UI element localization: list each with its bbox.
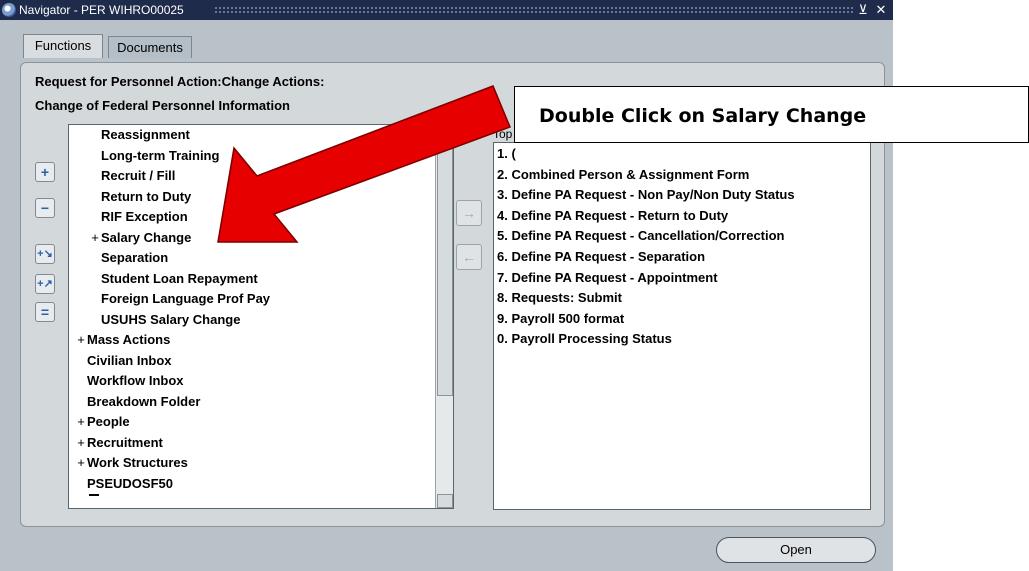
top-ten-item[interactable]: 5. Define PA Request - Cancellation/Corr… <box>497 225 785 246</box>
add-to-top-ten-button[interactable]: → <box>456 200 482 226</box>
title-bar[interactable]: Navigator - PER WIHRO00025 ⊻ ✕ <box>0 0 893 20</box>
tree-item-label: Mass Actions <box>87 332 171 347</box>
tree-item-label: Civilian Inbox <box>87 352 172 368</box>
breadcrumb-line-2: Change of Federal Personnel Information <box>35 98 290 113</box>
tree-item-label: Long-term Training <box>101 147 220 163</box>
tree-item-label: PSEUDOSF50 <box>87 475 173 491</box>
tree-item-label: Recruitment <box>87 434 163 450</box>
tree-item[interactable]: Foreign Language Prof Pay <box>89 289 270 309</box>
tree-item-label: RIF Exception <box>101 209 188 224</box>
tree-item-label: Student Loan Repayment <box>101 270 258 286</box>
tree-item-label: Breakdown Folder <box>87 393 201 409</box>
remove-from-top-ten-button[interactable]: ← <box>456 244 482 270</box>
function-tree-list[interactable]: Reassignment Long-term Training Recruit / … <box>68 124 454 509</box>
tree-item-label: Foreign Language Prof Pay <box>101 291 271 306</box>
top-ten-item[interactable]: 8. Requests: Submit <box>497 287 622 308</box>
tree-item-label: Salary Change <box>101 229 192 245</box>
scroll-down-icon[interactable] <box>437 494 453 508</box>
collapse-all-button[interactable]: = <box>35 302 55 322</box>
top-ten-item[interactable]: 9. Payroll 500 format <box>497 308 624 329</box>
expand-plus-icon: + <box>91 229 99 245</box>
title-bar-grip <box>214 6 854 15</box>
callout-text: Double Click on Salary Change <box>539 105 867 127</box>
expand-all-button[interactable]: +↗ <box>35 274 55 294</box>
top-ten-item[interactable]: 1. ( <box>497 143 516 164</box>
scrollbar-thumb[interactable] <box>437 140 453 396</box>
tree-item[interactable]: Student Loan Repayment <box>89 269 258 289</box>
tree-item[interactable]: + Mass Actions <box>75 330 170 350</box>
tab-documents[interactable]: Documents <box>108 36 192 58</box>
tree-item[interactable]: Workflow Inbox <box>75 371 184 391</box>
open-button[interactable]: Open <box>716 537 876 563</box>
oracle-app-icon <box>2 3 16 17</box>
tree-item[interactable]: Long-term Training <box>89 146 219 166</box>
top-ten-item[interactable]: 7. Define PA Request - Appointment <box>497 267 718 288</box>
top-ten-item[interactable]: 0. Payroll Processing Status <box>497 328 672 349</box>
window-title: Navigator - PER WIHRO00025 <box>19 3 184 17</box>
tree-item[interactable]: + Salary Change <box>89 228 191 248</box>
instruction-callout: Double Click on Salary Change <box>514 86 1029 143</box>
tree-item[interactable]: + Work Structures <box>75 453 188 473</box>
top-ten-item[interactable]: 6. Define PA Request - Separation <box>497 246 705 267</box>
collapse-all-icon: = <box>40 304 50 320</box>
expand-plus-icon: + <box>77 414 85 429</box>
tree-item-partial[interactable] <box>89 494 99 498</box>
tree-item[interactable]: USUHS Salary Change <box>89 310 240 330</box>
tree-item-label: Return to Duty <box>101 188 192 204</box>
expand-branch-button[interactable]: +↘ <box>35 244 55 264</box>
tree-item[interactable]: PSEUDOSF50 <box>75 474 173 494</box>
minus-icon: − <box>40 200 50 216</box>
tree-item[interactable]: Recruit / Fill <box>89 166 175 186</box>
tree-item[interactable]: + People <box>75 412 130 432</box>
tree-item[interactable]: Return to Duty <box>89 187 191 207</box>
tree-item[interactable]: + Recruitment <box>75 433 163 453</box>
tree-item-label: Workflow Inbox <box>87 373 184 388</box>
tree-item[interactable]: Civilian Inbox <box>75 351 172 371</box>
expand-branch-icon: +↘ <box>37 247 53 260</box>
tab-functions[interactable]: Functions <box>23 34 103 58</box>
function-tree-scrollbar[interactable] <box>435 125 453 508</box>
top-ten-item[interactable]: 4. Define PA Request - Return to Duty <box>497 205 728 226</box>
top-ten-item[interactable]: 2. Combined Person & Assignment Form <box>497 164 749 185</box>
plus-icon: + <box>40 164 50 180</box>
breadcrumb-line-1: Request for Personnel Action:Change Acti… <box>35 74 325 89</box>
tree-item-label: Recruit / Fill <box>101 168 176 183</box>
tree-item-label: USUHS Salary Change <box>101 311 241 327</box>
collapse-button[interactable]: − <box>35 198 55 218</box>
expand-button[interactable]: + <box>35 162 55 182</box>
expand-all-icon: +↗ <box>37 277 53 290</box>
expand-plus-icon: + <box>77 332 85 347</box>
tree-item[interactable]: Separation <box>89 248 168 268</box>
tree-item-label: Work Structures <box>87 455 188 470</box>
tree-item[interactable]: RIF Exception <box>89 207 188 227</box>
close-icon[interactable]: ✕ <box>874 0 888 20</box>
tree-item-label: Separation <box>101 250 169 265</box>
tree-item[interactable]: Breakdown Folder <box>75 392 200 412</box>
tree-item-label: People <box>87 414 130 429</box>
top-ten-label: Top <box>493 127 513 141</box>
tree-item[interactable]: Reassignment <box>89 125 190 145</box>
expand-plus-icon: + <box>77 455 85 470</box>
tree-item-label: Reassignment <box>101 127 190 142</box>
expand-plus-icon: + <box>77 434 85 450</box>
scroll-up-icon[interactable] <box>437 125 453 139</box>
top-ten-list[interactable]: 1. (2. Combined Person & Assignment Form… <box>493 142 871 510</box>
minimize-icon[interactable]: ⊻ <box>856 0 870 20</box>
top-ten-item[interactable]: 3. Define PA Request - Non Pay/Non Duty … <box>497 184 795 205</box>
